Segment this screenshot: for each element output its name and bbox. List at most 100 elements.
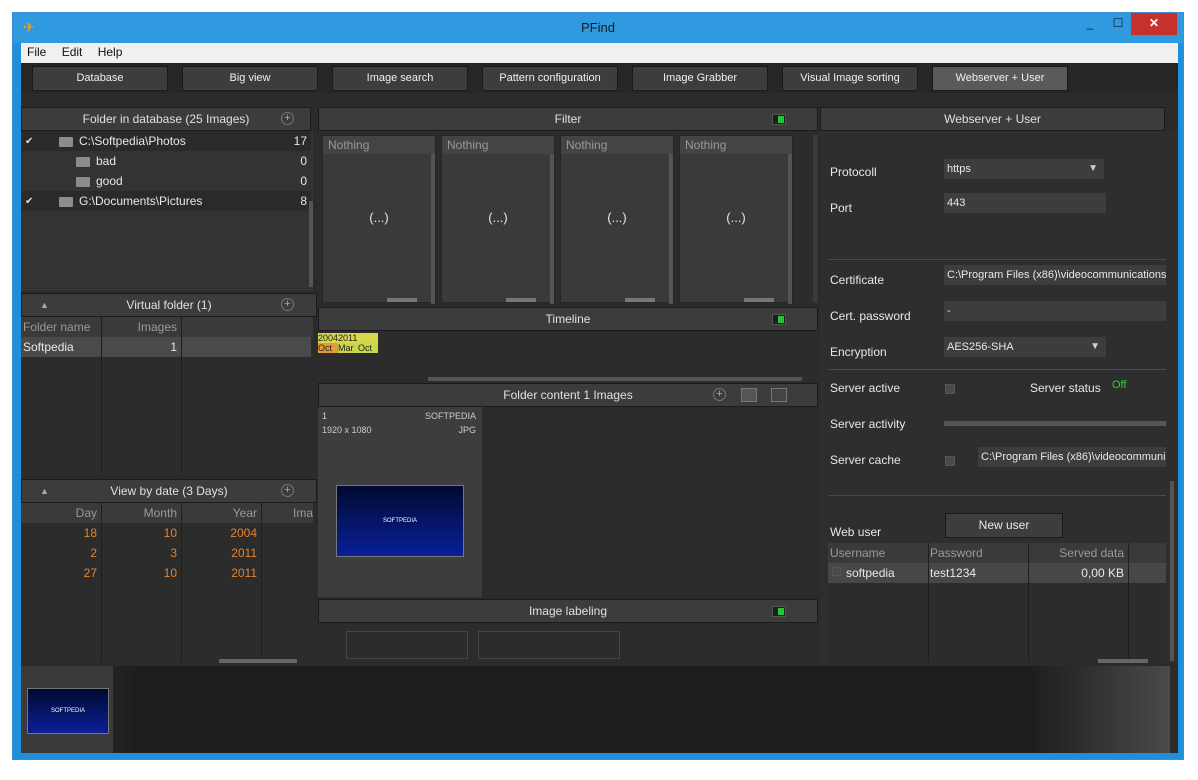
tree-checkbox[interactable]: ✔ [25,192,33,212]
add-date-filter-icon[interactable]: + [281,484,294,497]
main-toolbar: Database Big view Image search Pattern c… [21,63,1178,93]
chevron-down-icon: ▼ [1090,341,1100,352]
tree-item-good[interactable]: good 0 [21,171,311,191]
server-active-checkbox[interactable] [945,384,955,394]
filter-scrollbar[interactable] [813,135,818,303]
filter-header: Filter [318,107,818,131]
grid-small-view-icon[interactable] [741,388,757,402]
timeline-month[interactable]: Oct [358,343,378,353]
col-served-data[interactable]: Served data [1028,543,1128,563]
timeline-month[interactable]: Oct [318,343,338,353]
grid-large-view-icon[interactable] [771,388,787,402]
server-cache-checkbox[interactable] [945,456,955,466]
menu-edit[interactable]: Edit [56,43,89,59]
col-year[interactable]: Year [181,503,261,523]
user-row-checkbox[interactable] [832,567,841,576]
folder-content-title: Folder content 1 Images [503,388,633,402]
cert-password-input[interactable]: - [944,301,1166,321]
title-bar[interactable]: ✈ PFind _ ☐ ✕ [13,13,1183,43]
date-day: 2 [90,546,97,560]
tree-item-bad[interactable]: bad 0 [21,151,311,171]
filter-card[interactable]: Nothing (...) [679,135,793,304]
card-hscrollbar[interactable] [744,298,774,302]
virtual-folder-images: 1 [170,340,177,354]
strip-tile[interactable]: SOFTPEDIA [21,666,113,753]
tree-checkbox[interactable]: ✔ [25,132,33,152]
server-activity-bar [944,421,1166,426]
web-user-label: Web user [830,525,882,539]
image-grabber-button[interactable]: Image Grabber [632,66,768,91]
labeling-toggle-icon[interactable] [772,606,786,617]
filter-card[interactable]: Nothing (...) [441,135,555,304]
column-divider [181,317,182,473]
image-search-button[interactable]: Image search [332,66,468,91]
encryption-select[interactable]: AES256-SHA ▼ [944,337,1106,357]
tree-item-photos[interactable]: ✔ C:\Softpedia\Photos 17 [21,131,311,151]
menu-help[interactable]: Help [92,43,129,59]
tree-item-label: C:\Softpedia\Photos [79,134,186,148]
server-status-value: Off [1112,379,1127,391]
server-cache-input[interactable]: C:\Program Files (x86)\videocommunic [978,447,1166,467]
timeline-years[interactable]: 20042011 [318,333,378,343]
new-user-button[interactable]: New user [945,513,1063,538]
column-divider [928,543,929,663]
divider [828,369,1166,370]
card-scrollbar[interactable] [788,154,792,304]
col-month[interactable]: Month [101,503,181,523]
rating-box [346,631,468,659]
col-username[interactable]: Username [828,543,928,563]
filter-toggle-icon[interactable] [772,114,786,125]
col-password[interactable]: Password [928,543,1028,563]
table-row[interactable]: 18 10 2004 [21,523,311,543]
col-day[interactable]: Day [21,503,101,523]
table-row[interactable]: 2 3 2011 [21,543,311,563]
minimize-button[interactable]: _ [1077,13,1103,35]
tree-item-count: 0 [300,154,307,168]
tree-item-pictures[interactable]: ✔ G:\Documents\Pictures 8 [21,191,311,211]
image-tile[interactable]: 1 SOFTPEDIA 1920 x 1080 JPG SOFTPEDIA [318,407,482,597]
table-row[interactable]: softpedia test1234 0,00 KB [828,563,1166,583]
webserver-user-button[interactable]: Webserver + User [932,66,1068,91]
date-year: 2011 [231,546,257,560]
add-virtual-folder-icon[interactable]: + [281,298,294,311]
big-view-button[interactable]: Big view [182,66,318,91]
folder-content-header: Folder content 1 Images + [318,383,818,407]
server-activity-label: Server activity [830,417,906,431]
protocol-label: Protocoll [830,165,877,179]
card-scrollbar[interactable] [669,154,673,304]
menu-file[interactable]: File [21,43,52,59]
date-grid-hscrollbar[interactable] [219,659,297,663]
folder-icon [76,157,90,167]
folder-tree-scrollbar[interactable] [309,201,313,287]
card-scrollbar[interactable] [550,154,554,304]
card-hscrollbar[interactable] [387,298,417,302]
certificate-input[interactable]: C:\Program Files (x86)\videocommunicatio… [944,265,1166,285]
port-input[interactable]: 443 [944,193,1106,213]
col-images[interactable]: Ima [261,503,313,523]
strip-thumbnail[interactable]: SOFTPEDIA [27,688,109,734]
add-image-icon[interactable]: + [713,388,726,401]
pattern-configuration-button[interactable]: Pattern configuration [482,66,618,91]
filter-card[interactable]: Nothing (...) [322,135,436,304]
timeline-scrollbar[interactable] [428,377,802,381]
protocol-select[interactable]: https ▼ [944,159,1104,179]
card-scrollbar[interactable] [431,154,435,304]
webserver-scrollbar[interactable] [1170,481,1174,661]
col-folder-name[interactable]: Folder name [21,317,101,337]
tree-item-label: good [96,174,123,188]
card-hscrollbar[interactable] [625,298,655,302]
col-images[interactable]: Images [101,317,181,337]
add-folder-icon[interactable]: + [281,112,294,125]
database-button[interactable]: Database [32,66,168,91]
card-hscrollbar[interactable] [506,298,536,302]
image-thumbnail[interactable]: SOFTPEDIA [336,485,464,557]
table-row[interactable]: Softpedia 1 [21,337,311,357]
user-grid-hscrollbar[interactable] [1098,659,1148,663]
visual-image-sorting-button[interactable]: Visual Image sorting [782,66,918,91]
timeline-toggle-icon[interactable] [772,314,786,325]
table-row[interactable]: 27 10 2011 [21,563,311,583]
close-button[interactable]: ✕ [1131,13,1177,35]
maximize-button[interactable]: ☐ [1105,13,1131,35]
filter-card[interactable]: Nothing (...) [560,135,674,304]
timeline-month[interactable]: Mar [338,343,358,353]
